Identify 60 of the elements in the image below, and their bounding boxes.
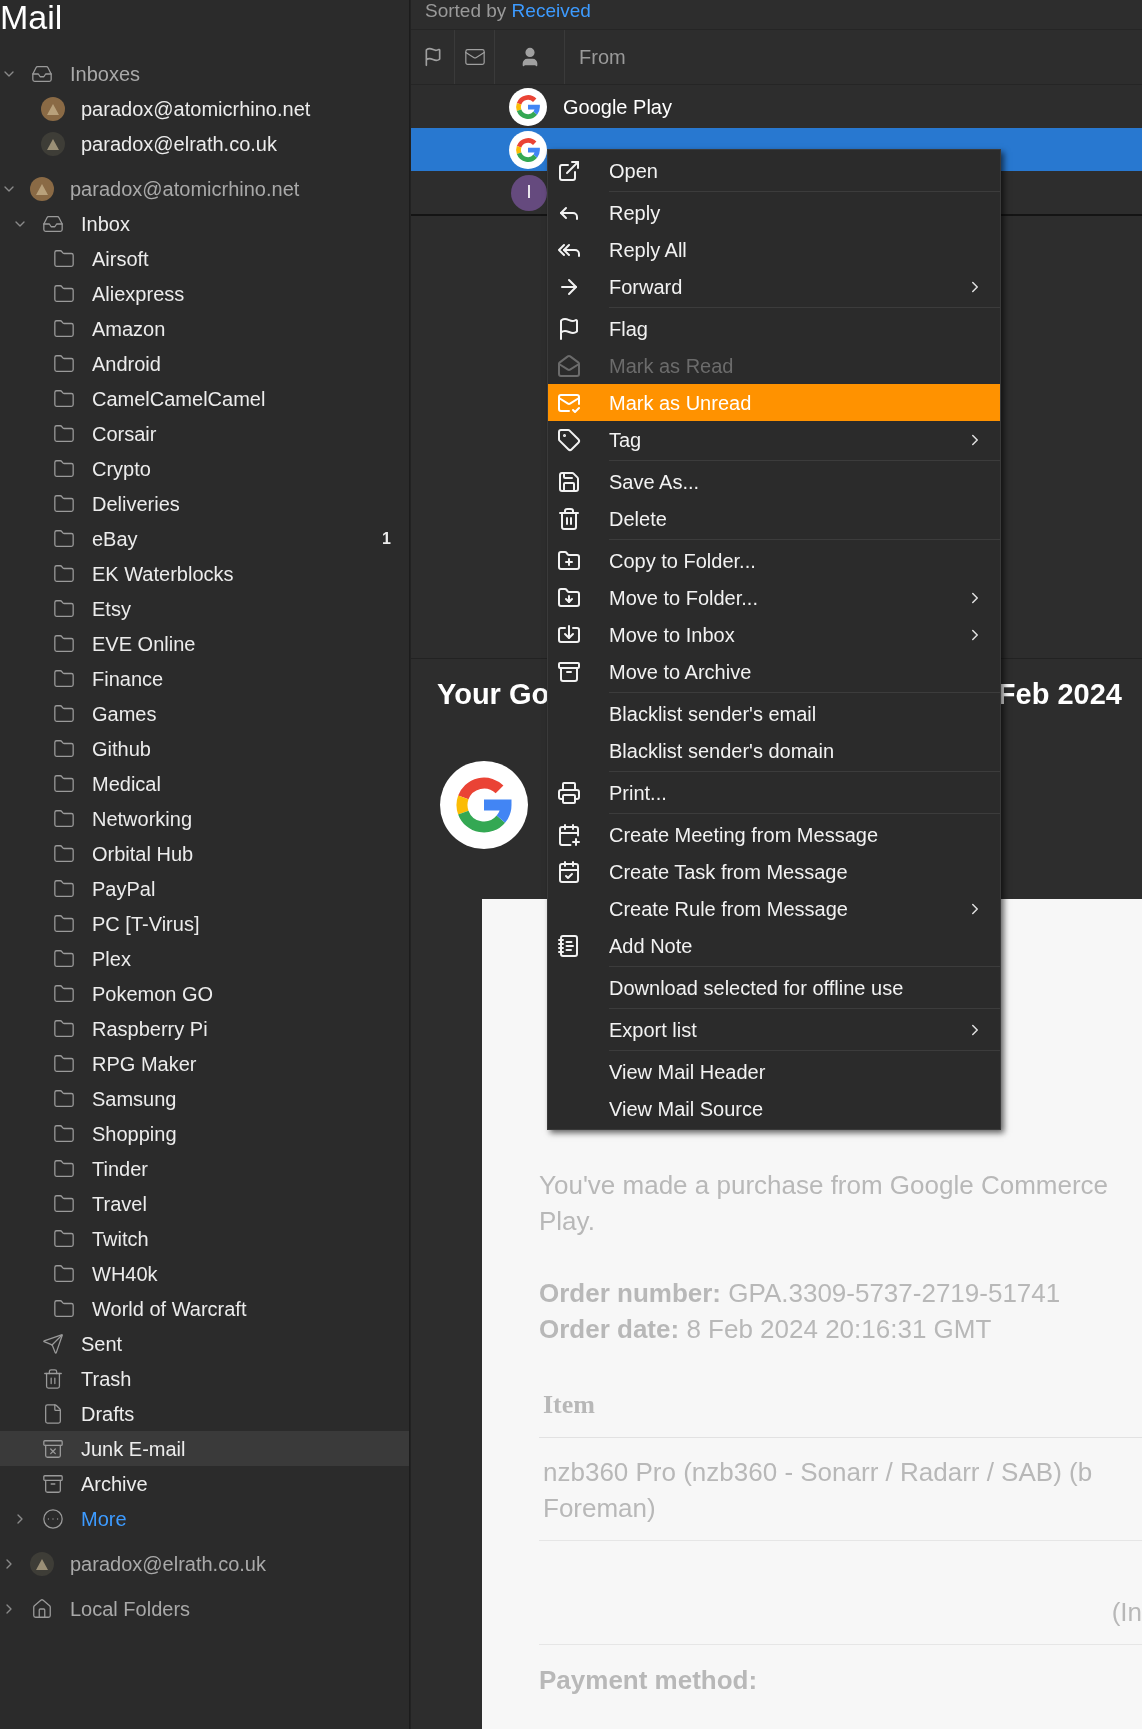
folder-label: Crypto <box>92 456 151 482</box>
folder-label: Tinder <box>92 1156 148 1182</box>
folder-label: Twitch <box>92 1226 149 1252</box>
folder-label: Github <box>92 736 151 762</box>
folder-label: Sent <box>81 1331 123 1357</box>
message-subject: Feb 2024 <box>997 677 1122 713</box>
folder-label: CamelCamelCamel <box>92 386 266 412</box>
body-text: You've made a purchase from Google Commerce <box>539 1169 1110 1202</box>
order-number: Order number: GPA.3309-5737-2719-51741 <box>539 1277 1062 1310</box>
folder-label: Drafts <box>81 1401 135 1427</box>
folder-label: Medical <box>92 771 161 797</box>
folder-label: Samsung <box>92 1086 177 1112</box>
folder-label: Inbox <box>81 211 130 237</box>
folder-label: Aliexpress <box>92 281 185 307</box>
app-title: Mail <box>0 0 63 34</box>
folder-label: Orbital Hub <box>92 841 194 867</box>
message-subject: Your Go <box>437 677 550 713</box>
folder-label: paradox@atomicrhino.net <box>70 176 300 202</box>
folder-label: Amazon <box>92 316 166 342</box>
sender-avatar: I <box>511 174 547 211</box>
folder-label: paradox@elrath.co.uk <box>81 131 277 157</box>
folder-label: Junk E-mail <box>81 1436 186 1462</box>
folder-label: Games <box>92 701 157 727</box>
folder-label: Finance <box>92 666 164 692</box>
folder-label: Archive <box>81 1471 148 1497</box>
folder-label: Android <box>92 351 161 377</box>
tax-note: (In <box>1111 1596 1142 1629</box>
sort-prefix: Sorted by <box>425 0 507 21</box>
folder-label: PC [T-Virus] <box>92 911 200 937</box>
folder-label: Inboxes <box>70 61 141 87</box>
folder-label: paradox@atomicrhino.net <box>81 96 311 122</box>
body-text: Play. <box>539 1205 596 1238</box>
folder-label: WH40k <box>92 1261 158 1287</box>
folder-label: Local Folders <box>70 1596 191 1622</box>
folder-label: Deliveries <box>92 491 180 517</box>
item-heading: Item <box>542 1389 596 1421</box>
folder-label: More <box>81 1506 127 1532</box>
payment-label: Payment method: <box>539 1664 759 1697</box>
folder-label: RPG Maker <box>92 1051 197 1077</box>
folder-label: EVE Online <box>92 631 196 657</box>
unread-count: 1 <box>382 528 391 549</box>
sender-name: Google Play <box>563 94 672 120</box>
folder-label: Shopping <box>92 1121 177 1147</box>
folder-label: Networking <box>92 806 193 832</box>
folder-label: PayPal <box>92 876 156 902</box>
folder-label: Plex <box>92 946 131 972</box>
folder-label: Pokemon GO <box>92 981 214 1007</box>
folder-label: Trash <box>81 1366 132 1392</box>
item-name: Foreman) <box>543 1492 657 1525</box>
folder-label: eBay <box>92 526 138 552</box>
folder-label: paradox@elrath.co.uk <box>70 1551 266 1577</box>
folder-label: Raspberry Pi <box>92 1016 208 1042</box>
folder-label: Etsy <box>92 596 131 622</box>
folder-label: Corsair <box>92 421 157 447</box>
order-date: Order date: 8 Feb 2024 20:16:31 GMT <box>539 1313 993 1346</box>
item-name: nzb360 Pro (nzb360 - Sonarr / Radarr / SAB) (b <box>543 1456 1094 1489</box>
folder-label: World of Warcraft <box>92 1296 247 1322</box>
folder-label: Travel <box>92 1191 147 1217</box>
folder-label: EK Waterblocks <box>92 561 234 587</box>
folder-label: Airsoft <box>92 246 149 272</box>
